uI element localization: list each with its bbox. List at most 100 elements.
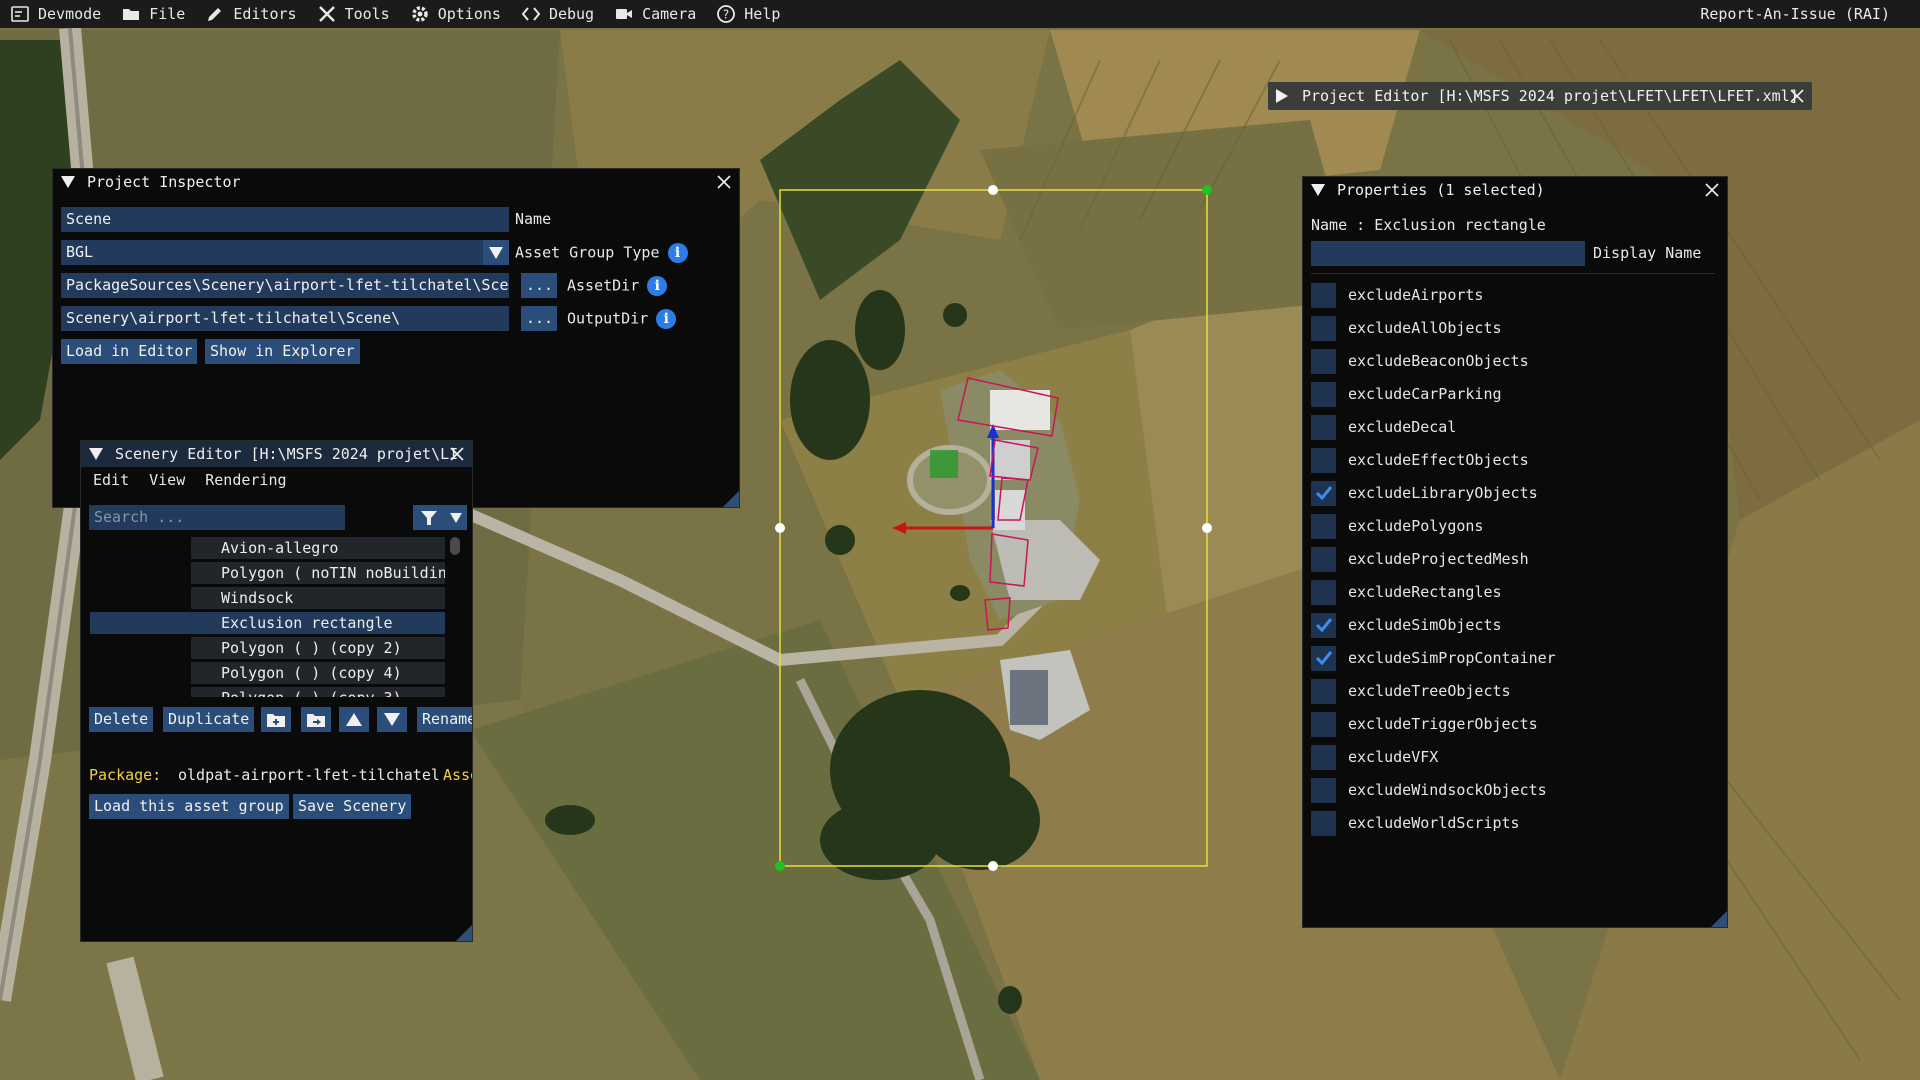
menu-edit[interactable]: Edit [93,471,129,489]
load-in-editor-button[interactable]: Load in Editor [61,339,198,364]
menu-help[interactable]: ? Help [706,0,790,28]
menu-devmode[interactable]: Devmode [0,0,111,28]
scenery-editor-titlebar[interactable]: Scenery Editor [H:\MSFS 2024 projet\LI [81,441,472,467]
checkbox[interactable] [1311,810,1336,836]
property-flag-row[interactable]: excludeTreeObjects [1311,677,1511,705]
property-flag-row[interactable]: excludeDecal [1311,413,1456,441]
resize-grip[interactable] [456,925,472,941]
property-flag-row[interactable]: excludeLibraryObjects [1311,479,1538,507]
display-name-input[interactable] [1311,241,1585,266]
property-flag-label: excludePolygons [1348,517,1484,535]
property-flag-row[interactable]: excludeProjectedMesh [1311,545,1529,573]
menu-rendering[interactable]: Rendering [205,471,286,489]
close-icon[interactable] [448,445,466,463]
list-item[interactable]: Polygon ( ) (copy 4) [191,662,445,684]
list-item[interactable]: Polygon ( ) (copy 2) [191,637,445,659]
list-item[interactable]: Windsock [191,587,445,609]
scene-name-input[interactable]: Scene [61,207,509,232]
checkbox[interactable] [1311,348,1336,374]
expand-triangle-icon[interactable] [1276,89,1288,103]
checkbox[interactable] [1311,711,1336,737]
property-flag-row[interactable]: excludeBeaconObjects [1311,347,1529,375]
property-flag-row[interactable]: excludeRectangles [1311,578,1502,606]
move-to-folder-button[interactable] [301,707,331,732]
info-icon[interactable]: i [647,276,668,296]
close-icon[interactable] [1788,87,1806,105]
checkbox[interactable] [1311,381,1336,407]
load-asset-group-button[interactable]: Load this asset group [89,794,289,819]
checkbox[interactable] [1311,645,1336,671]
close-icon[interactable] [715,173,733,191]
checkbox[interactable] [1311,282,1336,308]
list-scrollbar[interactable] [449,537,461,697]
list-item[interactable]: Polygon ( ) (copy 3) [191,687,445,697]
project-editor-title: Project Editor [H:\MSFS 2024 projet\LFET… [1302,87,1799,105]
list-item[interactable]: Polygon ( noTIN noBuildin [191,562,445,584]
gear-icon [411,6,428,22]
move-down-button[interactable] [377,707,407,732]
project-inspector-titlebar[interactable]: Project Inspector [53,169,739,195]
window-title: Scenery Editor [H:\MSFS 2024 projet\LI [115,445,459,463]
properties-titlebar[interactable]: Properties (1 selected) [1303,177,1727,203]
property-flag-row[interactable]: excludeSimObjects [1311,611,1502,639]
property-flag-row[interactable]: excludeSimPropContainer [1311,644,1556,672]
checkbox[interactable] [1311,777,1336,803]
scrollbar-thumb[interactable] [450,537,460,555]
asset-group-type-select[interactable]: BGL [61,240,509,265]
add-folder-button[interactable] [261,707,291,732]
property-flag-row[interactable]: excludeTriggerObjects [1311,710,1538,738]
collapse-triangle-icon[interactable] [1311,184,1325,196]
checkbox[interactable] [1311,414,1336,440]
menu-file[interactable]: File [111,0,195,28]
asset-dir-browse-button[interactable]: ... [521,273,557,298]
dropdown-arrow-icon[interactable] [483,240,509,265]
menu-options[interactable]: Options [400,0,511,28]
property-flag-row[interactable]: excludeWindsockObjects [1311,776,1547,804]
menu-view[interactable]: View [149,471,185,489]
list-item-selected[interactable]: Exclusion rectangle [90,612,445,634]
filter-button[interactable] [413,505,467,530]
info-icon[interactable]: i [656,309,677,329]
collapse-triangle-icon[interactable] [61,176,75,188]
property-flag-row[interactable]: excludeAirports [1311,281,1483,309]
property-flag-label: excludeProjectedMesh [1348,550,1529,568]
close-icon[interactable] [1703,181,1721,199]
checkbox[interactable] [1311,612,1336,638]
property-flag-row[interactable]: excludeVFX [1311,743,1438,771]
move-up-button[interactable] [339,707,369,732]
menu-debug[interactable]: Debug [511,0,604,28]
save-scenery-button[interactable]: Save Scenery [293,794,412,819]
checkbox[interactable] [1311,546,1336,572]
property-flag-row[interactable]: excludePolygons [1311,512,1483,540]
output-dir-input[interactable]: Scenery\airport-lfet-tilchatel\Scene\ [61,306,509,331]
property-flag-row[interactable]: excludeAllObjects [1311,314,1502,342]
list-item[interactable]: Avion-allegro [191,537,445,559]
checkbox[interactable] [1311,480,1336,506]
property-flag-row[interactable]: excludeCarParking [1311,380,1502,408]
checkbox[interactable] [1311,579,1336,605]
menu-tools[interactable]: Tools [307,0,400,28]
show-in-explorer-button[interactable]: Show in Explorer [205,339,360,364]
output-dir-browse-button[interactable]: ... [521,306,557,331]
project-editor-window-collapsed[interactable]: Project Editor [H:\MSFS 2024 projet\LFET… [1268,82,1812,110]
menu-editors[interactable]: Editors [195,0,306,28]
menu-camera[interactable]: Camera [604,0,706,28]
rename-button[interactable]: Rename [417,707,472,732]
delete-button[interactable]: Delete [89,707,154,732]
checkbox[interactable] [1311,678,1336,704]
resize-grip[interactable] [723,491,739,507]
asset-dir-input[interactable]: PackageSources\Scenery\airport-lfet-tilc… [61,273,509,298]
resize-grip[interactable] [1711,911,1727,927]
checkbox[interactable] [1311,315,1336,341]
checkbox[interactable] [1311,513,1336,539]
collapse-triangle-icon[interactable] [89,448,103,460]
property-flag-row[interactable]: excludeEffectObjects [1311,446,1529,474]
duplicate-button[interactable]: Duplicate [163,707,255,732]
search-input[interactable]: Search ... [89,505,345,530]
property-flag-row[interactable]: excludeWorldScripts [1311,809,1520,837]
checkbox[interactable] [1311,744,1336,770]
report-an-issue-link[interactable]: Report-An-Issue (RAI) [1690,0,1900,28]
checkbox[interactable] [1311,447,1336,473]
code-icon [521,7,541,21]
info-icon[interactable]: i [667,243,688,263]
